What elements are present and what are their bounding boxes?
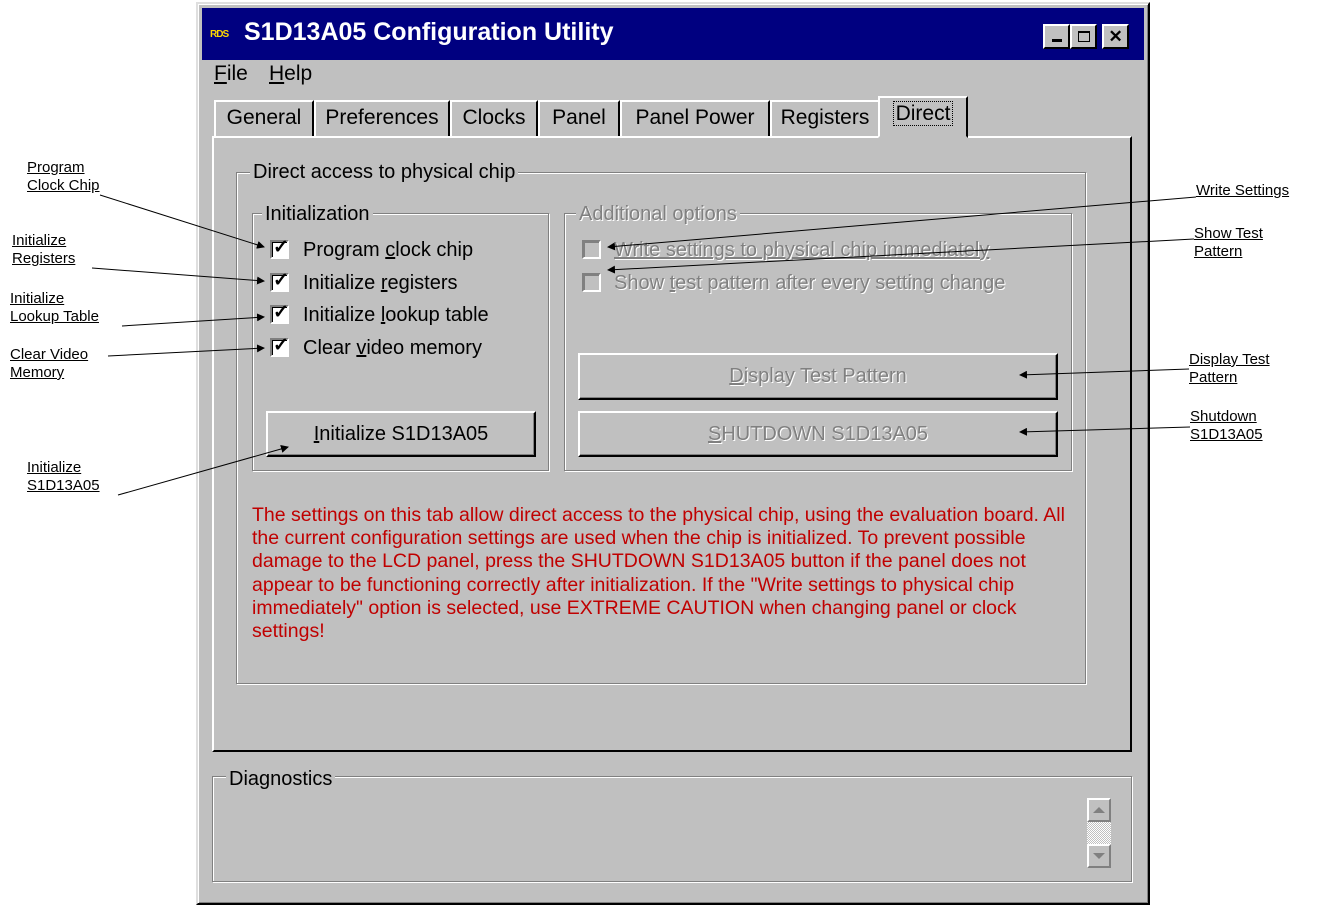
annotation-shutdown-s1d13a05: Shutdown S1D13A05	[1190, 408, 1263, 443]
menu-file[interactable]: File	[214, 60, 248, 88]
checkmark-icon: ✓	[273, 270, 289, 291]
show-test-pattern-label[interactable]: Show test pattern after every setting ch…	[614, 272, 1005, 294]
scroll-down-arrow-icon	[1093, 853, 1105, 859]
show-test-pattern-checkbox[interactable]	[582, 273, 601, 292]
initialize-lookup-table-checkbox[interactable]: ✓	[270, 302, 289, 324]
diagnostics-label: Diagnostics	[226, 768, 336, 790]
checkmark-icon: ✓	[273, 302, 289, 323]
annotation-program-clock-chip: Program Clock Chip	[27, 159, 100, 194]
tab-direct[interactable]: Direct	[878, 96, 968, 138]
annotation-display-test-pattern: Display Test Pattern	[1189, 351, 1270, 386]
maximize-button[interactable]	[1070, 24, 1097, 49]
checkmark-icon: ✓	[273, 237, 289, 258]
initialize-s1d13a05-button[interactable]: Initialize S1D13A05	[266, 411, 536, 457]
scroll-down-button[interactable]	[1087, 844, 1111, 868]
tab-clocks[interactable]: Clocks	[450, 100, 538, 136]
diagnostics-group	[212, 776, 1132, 882]
caution-notice: The settings on this tab allow direct ac…	[252, 504, 1065, 643]
scroll-up-arrow-icon	[1093, 807, 1105, 813]
program-clock-chip-label[interactable]: Program clock chip	[303, 239, 473, 261]
annotation-initialize-s1d13a05: Initialize S1D13A05	[27, 459, 100, 494]
tab-general[interactable]: General	[214, 100, 314, 136]
title-bar[interactable]: RDS S1D13A05 Configuration Utility ✕	[202, 8, 1144, 60]
checkmark-icon: ✓	[273, 335, 289, 356]
annotation-initialize-lookup-table: Initialize Lookup Table	[10, 290, 99, 325]
menu-help[interactable]: Help	[269, 60, 312, 88]
write-settings-immediately-checkbox[interactable]	[582, 240, 601, 259]
minimize-button[interactable]	[1043, 24, 1070, 49]
clear-video-memory-checkbox[interactable]: ✓	[270, 335, 289, 357]
tab-preferences[interactable]: Preferences	[314, 100, 450, 136]
additional-options-group-label: Additional options	[576, 203, 740, 225]
scroll-up-button[interactable]	[1087, 798, 1111, 822]
annotation-clear-video-memory: Clear Video Memory	[10, 346, 89, 381]
display-test-pattern-button[interactable]: Display Test Pattern	[578, 353, 1058, 400]
annotation-show-test-pattern: Show Test Pattern	[1194, 225, 1263, 260]
clear-video-memory-label[interactable]: Clear video memory	[303, 337, 482, 359]
initialize-lookup-table-label[interactable]: Initialize lookup table	[303, 304, 489, 326]
window-title: S1D13A05 Configuration Utility	[244, 18, 614, 46]
app-logo-icon[interactable]: RDS	[210, 25, 240, 44]
menu-bar: File Help	[202, 60, 1144, 90]
minimize-icon	[1050, 31, 1064, 43]
tab-panel[interactable]: Panel	[538, 100, 620, 136]
annotation-initialize-registers: Initialize Registers	[12, 232, 76, 267]
direct-access-group-label: Direct access to physical chip	[250, 161, 519, 183]
maximize-icon	[1077, 30, 1091, 43]
program-clock-chip-checkbox[interactable]: ✓	[270, 237, 289, 259]
initialization-group-label: Initialization	[262, 203, 373, 225]
tab-registers[interactable]: Registers	[770, 100, 880, 136]
write-settings-immediately-label[interactable]: Write settings to physical chip immediat…	[614, 239, 989, 261]
initialize-registers-label[interactable]: Initialize registers	[303, 272, 458, 294]
close-icon: ✕	[1108, 26, 1123, 46]
close-button[interactable]: ✕	[1102, 24, 1129, 49]
tab-panel-power[interactable]: Panel Power	[620, 100, 770, 136]
annotation-write-settings: Write Settings	[1196, 182, 1290, 199]
initialize-registers-checkbox[interactable]: ✓	[270, 270, 289, 292]
shutdown-s1d13a05-button[interactable]: SHUTDOWN S1D13A05	[578, 411, 1058, 457]
scroll-track[interactable]	[1087, 822, 1111, 844]
